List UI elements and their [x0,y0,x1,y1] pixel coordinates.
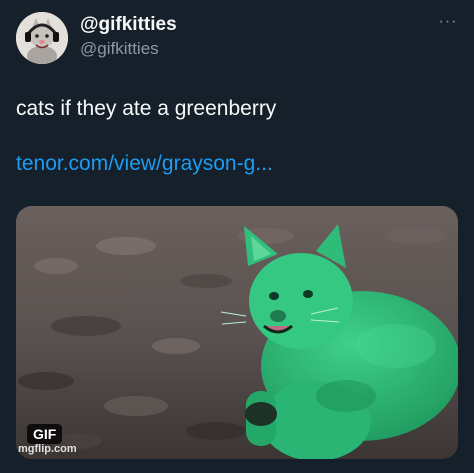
tweet-link[interactable]: tenor.com/view/grayson-g... [16,152,273,176]
gif-media[interactable] [16,206,458,459]
green-cat-gif-image [16,206,458,459]
watermark-text: mgflip.com [18,443,77,455]
author-handle[interactable]: @gifkitties [80,39,159,59]
more-options-icon[interactable]: ··· [436,14,460,30]
tweet-card: @gifkitties @gifkitties ··· cats if they… [0,0,474,473]
avatar[interactable] [16,12,68,64]
tweet-text: cats if they ate a greenberry [16,97,277,120]
author-display-name[interactable]: @gifkitties [80,14,177,36]
gif-badge: GIF [27,424,63,444]
cat-with-headphones-avatar-icon [16,12,68,64]
